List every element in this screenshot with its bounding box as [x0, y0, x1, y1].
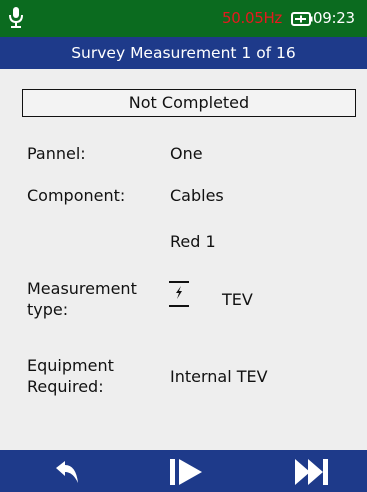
- completion-status-box: Not Completed: [22, 89, 356, 117]
- equipment-label-line2: Required:: [27, 377, 104, 396]
- skip-forward-button[interactable]: [268, 450, 348, 492]
- microphone-icon: [9, 7, 23, 28]
- clock: 09:23: [313, 9, 355, 27]
- skip-forward-icon: [295, 459, 328, 485]
- back-arrow-icon: [56, 461, 78, 483]
- measurement-type-value: TEV: [222, 290, 253, 309]
- tev-icon: [169, 281, 189, 307]
- bottom-toolbar: [0, 450, 367, 492]
- back-button[interactable]: [36, 450, 116, 492]
- equipment-value: Internal TEV: [170, 367, 268, 386]
- panel-label: Pannel:: [27, 144, 86, 163]
- component-detail: Red 1: [170, 232, 216, 251]
- equipment-label-line1: Equipment: [27, 356, 114, 375]
- page-title: Survey Measurement 1 of 16: [0, 37, 367, 69]
- component-label: Component:: [27, 186, 126, 205]
- measurement-type-label-line1: Measurement: [27, 279, 137, 298]
- status-bar: 50.05Hz 09:23: [0, 0, 367, 37]
- play-step-icon: [170, 459, 202, 485]
- panel-value: One: [170, 144, 203, 163]
- battery-icon: [291, 12, 313, 26]
- measurement-type-label-line2: type:: [27, 300, 69, 319]
- component-value: Cables: [170, 186, 224, 205]
- next-step-button[interactable]: [144, 450, 224, 492]
- frequency-readout: 50.05Hz: [222, 9, 282, 27]
